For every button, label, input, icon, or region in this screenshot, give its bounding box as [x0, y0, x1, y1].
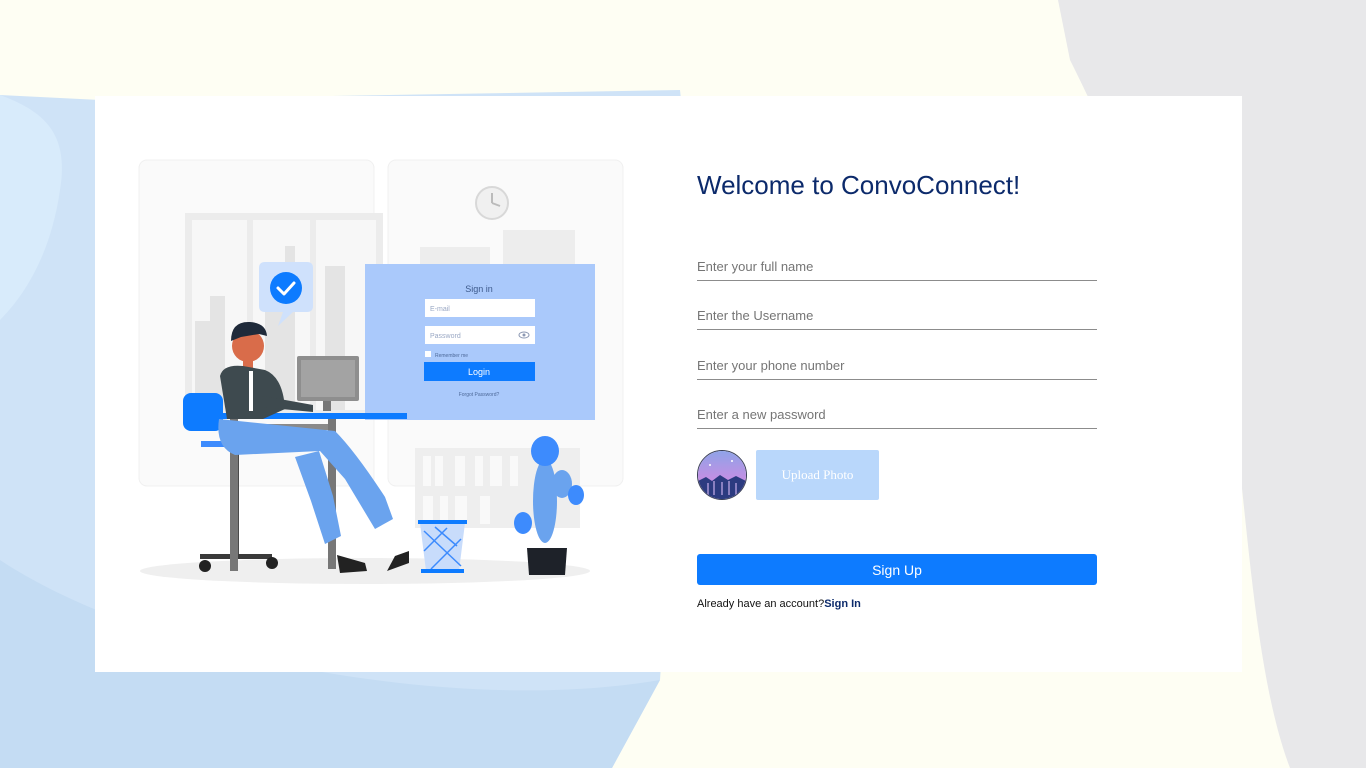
avatar[interactable] [697, 450, 747, 500]
signup-button[interactable]: Sign Up [697, 554, 1097, 585]
mock-email-field: E-mail [430, 306, 450, 313]
check-circle-icon [270, 272, 302, 304]
full-name-field[interactable] [697, 256, 1097, 281]
signup-card: Sign in E-mail Password Remember me Logi… [95, 96, 1242, 672]
signup-form: Welcome to ConvoConnect! Enter your full… [697, 96, 1097, 672]
mock-login-button: Login [468, 367, 490, 377]
username-field[interactable] [697, 305, 1097, 330]
mock-remember-label: Remember me [435, 353, 468, 359]
phone-field[interactable] [697, 355, 1097, 380]
page-title: Welcome to ConvoConnect! [697, 170, 1021, 200]
signin-link[interactable]: Sign In [824, 598, 861, 610]
mock-signin-title: Sign in [465, 284, 493, 294]
mock-password-field: Password [430, 333, 461, 340]
office-illustration: Sign in E-mail Password Remember me Logi… [138, 159, 624, 584]
avatar-image [698, 451, 746, 499]
account-prompt-text: Already have an account? [697, 598, 825, 610]
signin-prompt: Already have an account?Sign In [697, 598, 861, 610]
mock-forgot-link: Forgot Password? [459, 392, 500, 398]
upload-photo-button[interactable]: Upload Photo [756, 450, 879, 500]
password-field[interactable] [697, 404, 1097, 429]
